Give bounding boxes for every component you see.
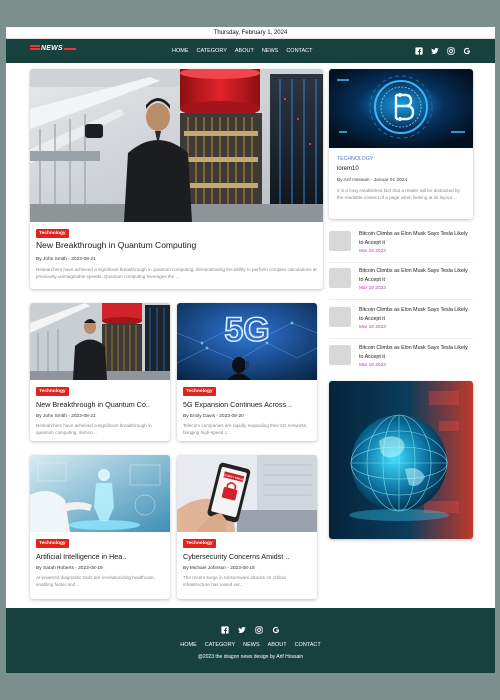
- card-ai-description: AI-powered diagnostic tools are revoluti…: [36, 575, 155, 587]
- nav-menu: HOME CATEGORY ABOUT NEWS CONTACT: [172, 39, 313, 63]
- footer-nav-contact[interactable]: CONTACT: [295, 642, 321, 648]
- card-quantum-title[interactable]: New Breakthrough in Quantum Co..: [36, 400, 166, 409]
- logo-text: NEWS: [41, 45, 63, 52]
- site-logo[interactable]: NEWS: [30, 45, 76, 52]
- sidebar-item-title[interactable]: Bitcoin Climbs as Elon Musk Says Tesla L…: [359, 267, 473, 285]
- facebook-icon[interactable]: [415, 47, 423, 55]
- facebook-icon[interactable]: [221, 626, 229, 634]
- footer-nav-about[interactable]: ABOUT: [268, 642, 287, 648]
- card-cyber-title[interactable]: Cybersecurity Concerns Amidst ..: [183, 552, 313, 561]
- card-cyber-meta: By Michael Johnson - 2023-08-18: [183, 566, 255, 571]
- sidebar-item-title[interactable]: Bitcoin Climbs as Elon Musk Says Tesla L…: [359, 306, 473, 324]
- article-image-cybersecurity: SECURITY BREACH: [177, 455, 317, 532]
- divider: [329, 262, 473, 263]
- main-navbar: NEWS HOME CATEGORY ABOUT NEWS CONTACT: [6, 39, 495, 63]
- feature-meta: By Arif Hossain - Januar 01 2024: [337, 178, 408, 183]
- sidebar-list-item[interactable]: Bitcoin Climbs as Elon Musk Says Tesla L…: [329, 265, 473, 297]
- article-image-5g: 5G: [177, 303, 317, 380]
- instagram-icon[interactable]: [255, 626, 263, 634]
- footer-nav-home[interactable]: HOME: [180, 642, 197, 648]
- sidebar-item-date: Mar 18 2023: [359, 249, 386, 254]
- sidebar-list-item[interactable]: Bitcoin Climbs as Elon Musk Says Tesla L…: [329, 304, 473, 336]
- card-ai-meta: By Sarah Roberts - 2023-08-19: [36, 566, 103, 571]
- footer-nav-news[interactable]: NEWS: [243, 642, 260, 648]
- logo-dash: [63, 47, 76, 50]
- card-ai-tag[interactable]: Technology: [36, 539, 69, 548]
- article-card-5g[interactable]: 5G Technology 5G Expansion Continues Acr…: [177, 303, 317, 441]
- hero-title[interactable]: New Breakthrough in Quantum Computing: [36, 240, 196, 250]
- sidebar-item-thumbnail: [329, 307, 351, 327]
- current-date: Thursday, February 1, 2024: [213, 30, 288, 36]
- divider: [329, 299, 473, 300]
- nav-social: [415, 39, 471, 63]
- hero-meta: By John Smith - 2023-08-21: [36, 257, 96, 262]
- card-cyber-description: The recent surge in ransomware attacks o…: [183, 575, 286, 587]
- footer-menu: HOME CATEGORY NEWS ABOUT CONTACT: [6, 642, 495, 648]
- sidebar-feature-image: [329, 69, 473, 148]
- card-ai-title[interactable]: Artificial Intelligence in Hea..: [36, 552, 166, 561]
- sidebar-item-title[interactable]: Bitcoin Climbs as Elon Musk Says Tesla L…: [359, 344, 473, 362]
- divider: [329, 338, 473, 339]
- nav-news[interactable]: NEWS: [262, 48, 279, 54]
- sidebar-globe-banner[interactable]: [329, 381, 473, 539]
- sidebar-item-title[interactable]: Bitcoin Climbs as Elon Musk Says Tesla L…: [359, 230, 473, 248]
- hero-description: Researchers have achieved a significant …: [36, 267, 317, 279]
- top-date-bar: Thursday, February 1, 2024: [6, 27, 495, 39]
- sidebar-item-thumbnail: [329, 345, 351, 365]
- footer: HOME CATEGORY NEWS ABOUT CONTACT @2023 t…: [6, 608, 495, 673]
- card-quantum-tag[interactable]: Technology: [36, 387, 69, 396]
- article-card-cybersecurity[interactable]: SECURITY BREACH Technology Cybersecurity…: [177, 455, 317, 599]
- card-5g-meta: By Emily Davis - 2023-08-20: [183, 414, 244, 419]
- card-quantum-description: Researchers have achieved a significant …: [36, 423, 152, 435]
- feature-category[interactable]: TECHNOLOGY: [337, 156, 373, 162]
- feature-title[interactable]: lorem10: [337, 166, 359, 172]
- sidebar-list-item[interactable]: Bitcoin Climbs as Elon Musk Says Tesla L…: [329, 342, 473, 374]
- google-icon[interactable]: [463, 47, 471, 55]
- article-image-ai-health: [30, 455, 170, 532]
- nav-home[interactable]: HOME: [172, 48, 189, 54]
- hero-article-card[interactable]: Technology New Breakthrough in Quantum C…: [30, 69, 323, 289]
- sidebar-item-thumbnail: [329, 231, 351, 251]
- logo-mark-icon: [30, 45, 40, 52]
- google-icon[interactable]: [272, 626, 280, 634]
- sidebar-item-date: Mar 18 2023: [359, 325, 386, 330]
- sidebar-item-thumbnail: [329, 268, 351, 288]
- hero-category-tag[interactable]: Technology: [36, 229, 69, 238]
- globe-image: [329, 381, 473, 539]
- instagram-icon[interactable]: [447, 47, 455, 55]
- twitter-icon[interactable]: [431, 47, 439, 55]
- feature-description: It is a long established fact that a rea…: [337, 188, 460, 200]
- nav-category[interactable]: CATEGORY: [197, 48, 227, 54]
- article-card-ai-health[interactable]: Technology Artificial Intelligence in He…: [30, 455, 170, 599]
- card-quantum-meta: By John Smith - 2023-08-21: [36, 414, 96, 419]
- sidebar-feature-card[interactable]: TECHNOLOGY lorem10 By Arif Hossain - Jan…: [329, 69, 473, 219]
- card-5g-tag[interactable]: Technology: [183, 387, 216, 396]
- article-card-quantum[interactable]: Technology New Breakthrough in Quantum C…: [30, 303, 170, 441]
- card-5g-description: Telecom companies are rapidly expanding …: [183, 423, 308, 435]
- footer-copyright: @2023 the dragon news design by Arif Hos…: [197, 654, 304, 660]
- 5g-graphic-text: 5G: [224, 311, 269, 349]
- nav-contact[interactable]: CONTACT: [286, 48, 312, 54]
- sidebar-item-date: Mar 18 2023: [359, 363, 386, 368]
- card-5g-title[interactable]: 5G Expansion Continues Across ..: [183, 400, 313, 409]
- footer-social: [6, 626, 495, 634]
- twitter-icon[interactable]: [238, 626, 246, 634]
- card-cyber-tag[interactable]: Technology: [183, 539, 216, 548]
- article-image-quantum: [30, 303, 170, 380]
- footer-nav-category[interactable]: CATEGORY: [205, 642, 235, 648]
- sidebar-list-item[interactable]: Bitcoin Climbs as Elon Musk Says Tesla L…: [329, 228, 473, 260]
- hero-article-image: [30, 69, 323, 222]
- sidebar-item-date: Mar 18 2023: [359, 286, 386, 291]
- nav-about[interactable]: ABOUT: [235, 48, 254, 54]
